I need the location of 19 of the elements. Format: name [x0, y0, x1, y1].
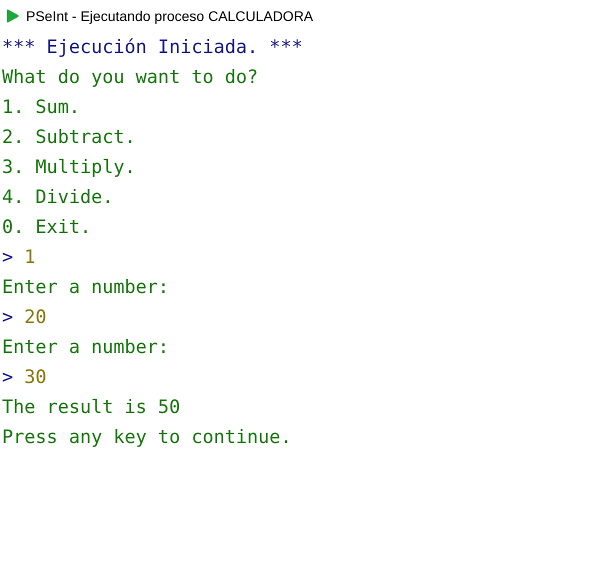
console-line: 2. Subtract.	[2, 126, 136, 148]
window-title: PSeInt - Ejecutando proceso CALCULADORA	[26, 8, 314, 24]
console-line: 4. Divide.	[2, 186, 114, 208]
console-line: Press any key to continue.	[2, 426, 292, 448]
console-line: The result is 50	[2, 396, 180, 418]
console-line: 0. Exit.	[2, 216, 92, 238]
input-value: 1	[24, 246, 36, 268]
console-line: What do you want to do?	[2, 66, 258, 88]
input-value: 30	[24, 366, 47, 388]
console-line: Enter a number:	[2, 336, 170, 358]
console-line: Enter a number:	[2, 276, 170, 298]
play-icon	[4, 8, 20, 24]
prompt-symbol: >	[2, 246, 14, 268]
prompt-symbol: >	[2, 306, 14, 328]
console-line: 3. Multiply.	[2, 156, 136, 178]
prompt-symbol: >	[2, 366, 14, 388]
console-line: 1. Sum.	[2, 96, 80, 118]
console-line: *** Ejecución Iniciada. ***	[2, 36, 303, 58]
input-value: 20	[24, 306, 47, 328]
